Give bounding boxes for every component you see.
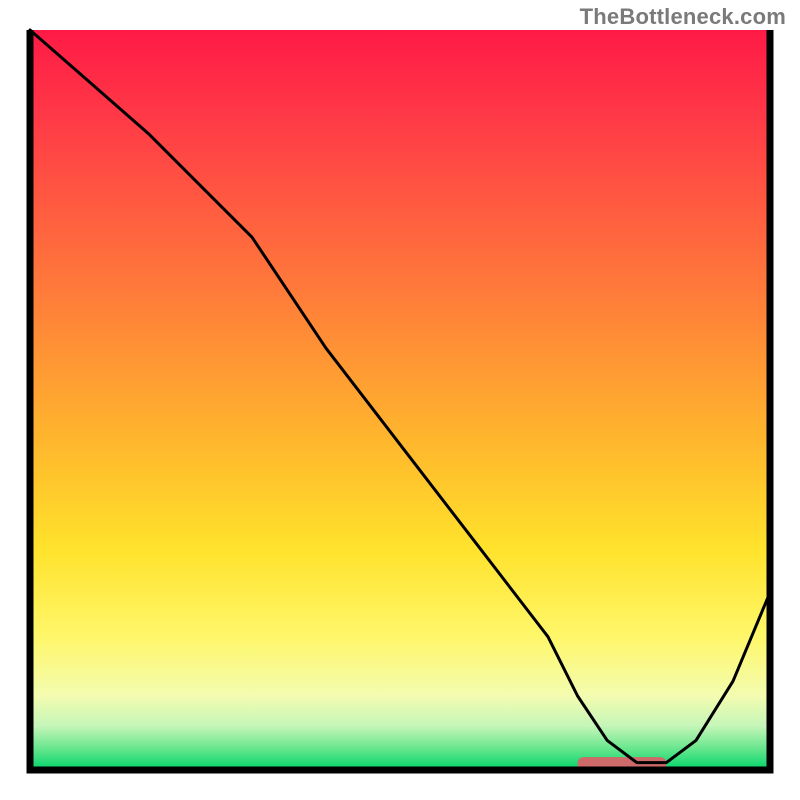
plot-background: [30, 30, 770, 770]
chart-stage: TheBottleneck.com: [0, 0, 800, 800]
chart-svg: [0, 0, 800, 800]
